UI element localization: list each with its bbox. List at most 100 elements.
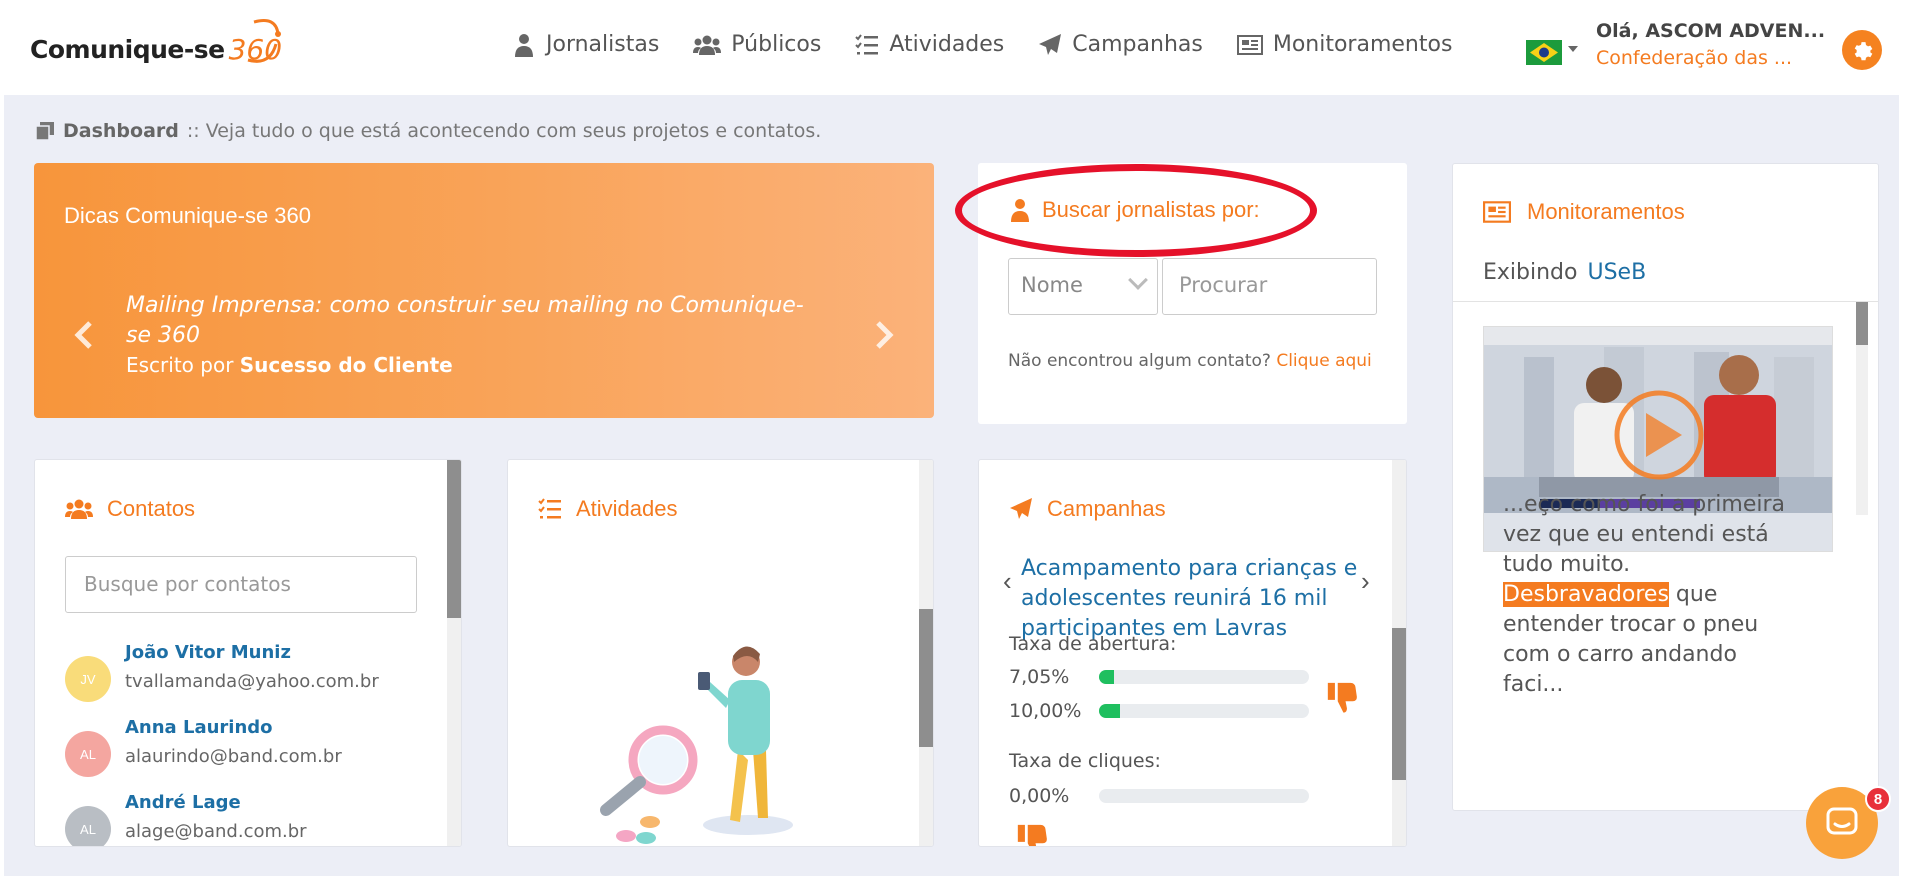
main-nav: Jornalistas Públicos Atividades Campanha… bbox=[512, 32, 1452, 57]
tips-author: Sucesso do Cliente bbox=[239, 353, 453, 377]
showing-label: Exibindo bbox=[1483, 260, 1578, 285]
nav-monitoramentos[interactable]: Monitoramentos bbox=[1236, 32, 1453, 57]
settings-button[interactable] bbox=[1842, 30, 1882, 70]
monitoramentos-card: Monitoramentos Exibindo USeB ...eço como … bbox=[1452, 163, 1879, 811]
chevron-right-icon bbox=[876, 321, 894, 349]
chevron-down-icon[interactable] bbox=[1568, 46, 1578, 52]
search-input[interactable]: Procurar bbox=[1162, 258, 1377, 315]
click-rate-label: Taxa de cliques: bbox=[1009, 750, 1161, 772]
chevron-left-icon[interactable]: ‹ bbox=[1003, 566, 1012, 597]
rate-value: 10,00% bbox=[1009, 700, 1082, 722]
gear-icon bbox=[1854, 42, 1873, 61]
not-found-text: Não encontrou algum contato? Clique aqui bbox=[1008, 351, 1372, 371]
page-title: Dashboard bbox=[63, 120, 179, 142]
avatar: AL bbox=[65, 806, 111, 846]
open-rate-label: Taxa de abertura: bbox=[1009, 633, 1177, 655]
contact-name[interactable]: André Lage bbox=[125, 792, 307, 813]
nav-campanhas[interactable]: Campanhas bbox=[1038, 32, 1203, 57]
scrollbar-thumb[interactable] bbox=[919, 609, 933, 747]
progress-fill bbox=[1099, 704, 1120, 718]
carousel-next-button[interactable] bbox=[870, 315, 900, 355]
tips-author-line: Escrito por Sucesso do Cliente bbox=[126, 353, 453, 377]
breadcrumb: Dashboard :: Veja tudo o que está aconte… bbox=[35, 120, 821, 142]
tips-article-title[interactable]: Mailing Imprensa: como construir seu mai… bbox=[126, 291, 826, 351]
thumbs-down-icon bbox=[1327, 682, 1357, 713]
campanhas-title-label: Campanhas bbox=[1047, 496, 1166, 521]
user-menu[interactable]: Olá, ASCOM ADVEN... Confederação das ... bbox=[1596, 20, 1826, 69]
list-item[interactable]: JV João Vitor Muniz tvallamanda@yahoo.co… bbox=[65, 642, 379, 702]
brazil-flag-icon[interactable] bbox=[1526, 40, 1562, 65]
users-icon bbox=[693, 35, 722, 55]
scrollbar-thumb[interactable] bbox=[1392, 628, 1406, 780]
checklist-icon bbox=[855, 33, 879, 54]
tips-title: Dicas Comunique-se 360 bbox=[64, 203, 312, 228]
checklist-icon bbox=[538, 498, 561, 519]
notification-badge: 8 bbox=[1865, 786, 1891, 812]
avatar: AL bbox=[65, 731, 111, 777]
monitoramento-excerpt: ...eço como foi a primeira vez que eu en… bbox=[1503, 490, 1803, 700]
rate-value: 0,00% bbox=[1009, 785, 1070, 807]
chevron-down-icon bbox=[1128, 270, 1148, 290]
monitoramentos-title-label: Monitoramentos bbox=[1527, 199, 1685, 224]
search-type-select[interactable]: Nome bbox=[1008, 258, 1158, 315]
progress-bar bbox=[1099, 704, 1309, 718]
scrollbar-thumb[interactable] bbox=[447, 460, 461, 618]
newspaper-icon bbox=[1483, 201, 1511, 223]
contatos-title: Contatos bbox=[65, 496, 195, 522]
contacts-search-input[interactable]: Busque por contatos bbox=[65, 556, 417, 613]
chat-icon bbox=[1826, 807, 1858, 835]
user-greeting: Olá, ASCOM ADVEN... bbox=[1596, 20, 1826, 42]
logo-text: Comunique-se bbox=[30, 34, 225, 64]
campaign-title[interactable]: Acampamento para crianças e adolescentes… bbox=[1021, 554, 1391, 644]
tips-carousel: Dicas Comunique-se 360 Mailing Imprensa:… bbox=[34, 163, 934, 418]
logo-swirl-icon bbox=[247, 19, 282, 63]
progress-bar bbox=[1099, 670, 1309, 684]
contact-email: alage@band.com.br bbox=[125, 821, 307, 842]
showing-filter: Exibindo USeB bbox=[1483, 260, 1646, 285]
highlighted-term: Desbravadores bbox=[1503, 582, 1669, 607]
clone-icon bbox=[35, 122, 54, 141]
atividades-title: Atividades bbox=[538, 496, 678, 522]
paper-plane-icon bbox=[1039, 33, 1062, 55]
users-icon bbox=[65, 499, 93, 519]
progress-bar bbox=[1099, 789, 1309, 803]
campanhas-title: Campanhas bbox=[1009, 496, 1166, 522]
atividades-title-label: Atividades bbox=[576, 496, 678, 521]
logo[interactable]: Comunique-se 360 bbox=[30, 19, 284, 76]
nav-jornalistas[interactable]: Jornalistas bbox=[512, 32, 659, 57]
nav-label: Públicos bbox=[731, 32, 822, 57]
contatos-title-label: Contatos bbox=[107, 496, 196, 521]
showing-value[interactable]: USeB bbox=[1587, 260, 1646, 285]
list-item[interactable]: AL Anna Laurindo alaurindo@band.com.br bbox=[65, 717, 342, 777]
author-prefix: Escrito por bbox=[126, 353, 240, 377]
click-here-link[interactable]: Clique aqui bbox=[1276, 351, 1371, 371]
monitoramentos-title: Monitoramentos bbox=[1483, 199, 1685, 225]
empty-state-illustration bbox=[600, 646, 793, 844]
contact-email: tvallamanda@yahoo.com.br bbox=[125, 671, 379, 692]
campanhas-card: Campanhas ‹ › Acampamento para crianças … bbox=[978, 459, 1407, 847]
rate-value: 7,05% bbox=[1009, 666, 1070, 688]
nav-label: Atividades bbox=[889, 32, 1005, 57]
list-item[interactable]: AL André Lage alage@band.com.br bbox=[65, 792, 307, 846]
annotation-ellipse bbox=[955, 164, 1317, 257]
user-organization: Confederação das ... bbox=[1596, 47, 1793, 69]
newspaper-icon bbox=[1236, 34, 1263, 55]
top-bar: Comunique-se 360 Jornalistas Públicos At… bbox=[0, 0, 1905, 95]
open-rate-row: 7,05% bbox=[1009, 666, 1309, 688]
select-value: Nome bbox=[1021, 273, 1083, 297]
atividades-card: Atividades bbox=[507, 459, 934, 847]
contact-name[interactable]: Anna Laurindo bbox=[125, 717, 342, 738]
excerpt-text-before: ...eço como foi a primeira vez que eu en… bbox=[1503, 492, 1786, 577]
open-rate-row: 10,00% bbox=[1009, 700, 1309, 722]
nav-label: Monitoramentos bbox=[1272, 32, 1453, 57]
nav-atividades[interactable]: Atividades bbox=[855, 32, 1004, 57]
contatos-card: Contatos Busque por contatos JV João Vit… bbox=[34, 459, 462, 847]
nav-publicos[interactable]: Públicos bbox=[693, 32, 821, 57]
contact-name[interactable]: João Vitor Muniz bbox=[125, 642, 379, 663]
avatar: JV bbox=[65, 656, 111, 702]
carousel-prev-button[interactable] bbox=[68, 315, 98, 355]
scrollbar-thumb[interactable] bbox=[1856, 302, 1868, 345]
paper-plane-icon bbox=[1010, 498, 1032, 519]
chevron-left-icon bbox=[74, 321, 92, 349]
click-rate-row: 0,00% bbox=[1009, 785, 1309, 807]
